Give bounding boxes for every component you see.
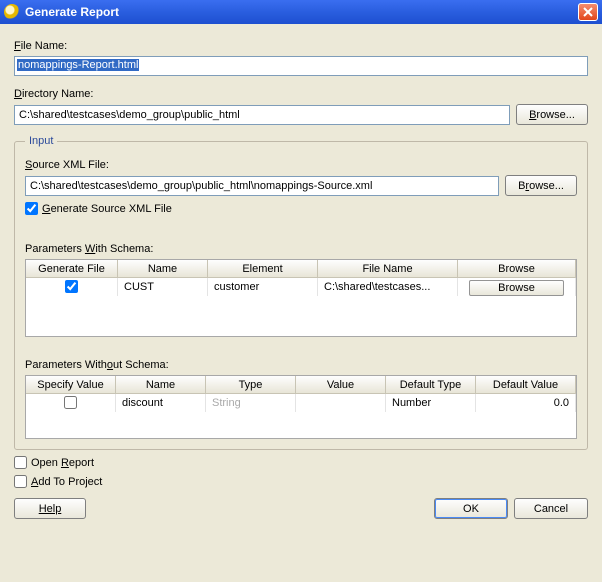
- col-browse[interactable]: Browse: [458, 260, 576, 278]
- directory-input[interactable]: [14, 105, 510, 125]
- row2-specify-checkbox[interactable]: [64, 396, 77, 409]
- file-name-label: File Name:: [14, 40, 588, 52]
- open-report-checkbox[interactable]: [14, 456, 27, 469]
- col-name[interactable]: Name: [118, 260, 208, 278]
- row-name[interactable]: CUST: [118, 278, 208, 296]
- add-to-project-label: Add To Project: [31, 476, 102, 488]
- browse-directory-button[interactable]: Browse...: [516, 104, 588, 125]
- table-row[interactable]: discount String Number 0.0: [26, 394, 576, 412]
- row2-value[interactable]: [296, 394, 386, 412]
- directory-name-label: Directory Name:: [14, 88, 588, 100]
- params-with-schema-label: Parameters With Schema:: [25, 243, 577, 255]
- row-browse-button[interactable]: Browse: [469, 280, 564, 296]
- generate-source-checkbox[interactable]: [25, 202, 38, 215]
- row2-name[interactable]: discount: [116, 394, 206, 412]
- titlebar: Generate Report: [0, 0, 602, 24]
- col2-value[interactable]: Value: [296, 376, 386, 394]
- row2-defval[interactable]: 0.0: [476, 394, 576, 412]
- row-file[interactable]: C:\shared\testcases...: [318, 278, 458, 296]
- row-generate-checkbox[interactable]: [65, 280, 78, 293]
- params-without-schema-label: Parameters Without Schema:: [25, 359, 577, 371]
- params-with-schema-table: Generate File Name Element File Name Bro…: [25, 259, 577, 337]
- col2-deftype[interactable]: Default Type: [386, 376, 476, 394]
- row2-type[interactable]: String: [206, 394, 296, 412]
- input-legend: Input: [25, 135, 57, 147]
- col2-name[interactable]: Name: [116, 376, 206, 394]
- col2-type[interactable]: Type: [206, 376, 296, 394]
- row2-deftype[interactable]: Number: [386, 394, 476, 412]
- col-file-name[interactable]: File Name: [318, 260, 458, 278]
- params-without-schema-table: Specify Value Name Type Value Default Ty…: [25, 375, 577, 439]
- cancel-button[interactable]: Cancel: [514, 498, 588, 519]
- source-xml-label: Source XML File:: [25, 159, 577, 171]
- row-element[interactable]: customer: [208, 278, 318, 296]
- table-row[interactable]: CUST customer C:\shared\testcases... Bro…: [26, 278, 576, 296]
- col-generate-file[interactable]: Generate File: [26, 260, 118, 278]
- app-icon: [4, 4, 20, 20]
- col-element[interactable]: Element: [208, 260, 318, 278]
- generate-source-label: Generate Source XML File: [42, 203, 172, 215]
- open-report-label: Open Report: [31, 457, 94, 469]
- ok-button[interactable]: OK: [434, 498, 508, 519]
- help-button[interactable]: Help: [14, 498, 86, 519]
- window-title: Generate Report: [25, 5, 119, 19]
- browse-source-button[interactable]: Browse...: [505, 175, 577, 196]
- source-xml-input[interactable]: [25, 176, 499, 196]
- col2-defval[interactable]: Default Value: [476, 376, 576, 394]
- col2-specify[interactable]: Specify Value: [26, 376, 116, 394]
- input-group: Input Source XML File: Browse... Generat…: [14, 135, 588, 450]
- close-icon: [583, 7, 593, 17]
- add-to-project-checkbox[interactable]: [14, 475, 27, 488]
- close-button[interactable]: [578, 3, 598, 21]
- file-name-input[interactable]: nomappings-Report.html: [14, 56, 588, 76]
